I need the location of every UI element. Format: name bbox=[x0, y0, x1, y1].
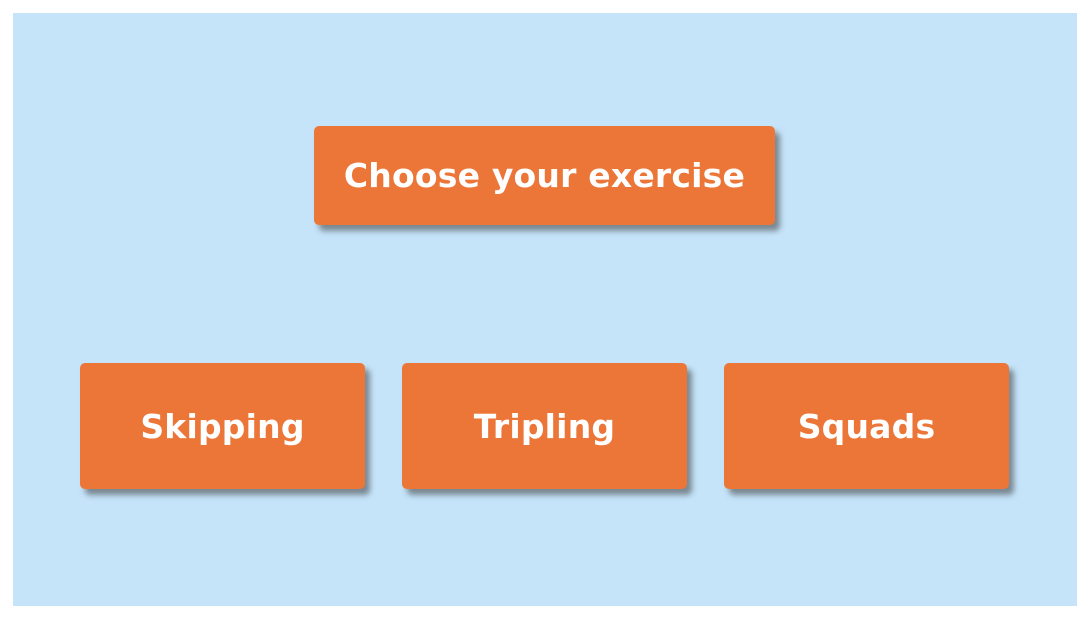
tripling-label: Tripling bbox=[473, 406, 616, 446]
slide-canvas: Choose your exercise Skipping Tripling S… bbox=[13, 13, 1077, 606]
squads-button[interactable]: Squads bbox=[724, 363, 1009, 489]
choose-exercise-header: Choose your exercise bbox=[314, 126, 775, 225]
tripling-button[interactable]: Tripling bbox=[402, 363, 687, 489]
squads-label: Squads bbox=[797, 406, 936, 446]
skipping-label: Skipping bbox=[140, 406, 305, 446]
header-label: Choose your exercise bbox=[343, 156, 746, 195]
skipping-button[interactable]: Skipping bbox=[80, 363, 365, 489]
